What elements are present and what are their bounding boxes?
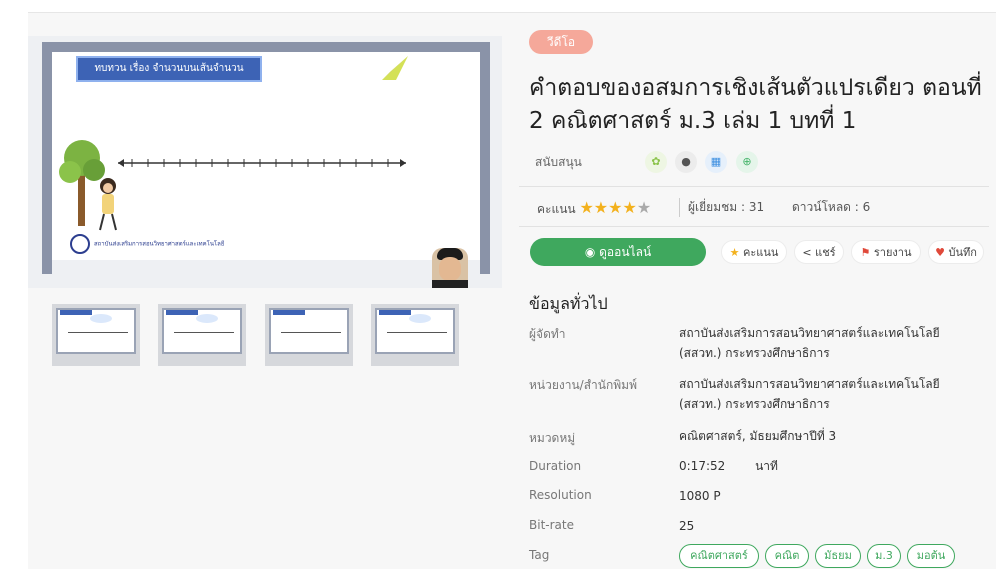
rate-button[interactable]: ★ คะแนน [721, 240, 787, 264]
board-frame-right [480, 42, 490, 274]
star-filled-icon: ★ [593, 198, 609, 217]
heart-icon: ♥ [935, 246, 945, 259]
web-icon[interactable]: ⊕ [736, 151, 758, 173]
support-label: สนับสนุน [535, 155, 582, 169]
downloads-count: ดาวน์โหลด : 6 [792, 200, 871, 214]
tag-chip[interactable]: มัธยม [815, 544, 861, 568]
report-button[interactable]: ⚑ รายงาน [851, 240, 921, 264]
star-filled-icon: ★ [579, 198, 594, 217]
watch-online-button[interactable]: ◉ ดูออนไลน์ [530, 238, 706, 266]
duration-unit: นาที [755, 459, 778, 473]
page-title: คำตอบของอสมการเชิงเส้นตัวแปรเดียว ตอนที่… [529, 75, 982, 134]
tag-chip[interactable]: คณิตศาสตร์ [679, 544, 759, 568]
info-value: สถาบันส่งเสริมการสอนวิทยาศาสตร์และเทคโนโ… [679, 326, 940, 360]
star-filled-icon: ★ [608, 198, 623, 217]
info-label: หมวดหมู่ [529, 431, 576, 445]
tag-chip[interactable]: มอต้น [907, 544, 955, 568]
info-label: Tag [529, 548, 550, 562]
content-type-badge: วีดีโอ [529, 30, 593, 54]
video-preview[interactable]: ทบทวน เรื่อง จำนวนบนเส้นจำนวน สถาบันส่งเ… [28, 36, 502, 288]
info-label: Resolution [529, 488, 592, 502]
presenter-avatar [432, 248, 468, 288]
section-title: ข้อมูลทั่วไป [529, 294, 608, 313]
windows-icon[interactable]: ▦ [705, 151, 727, 173]
number-line [118, 159, 406, 167]
slide-title: ทบทวน เรื่อง จำนวนบนเส้นจำนวน [76, 56, 262, 82]
save-button[interactable]: ♥ บันทึก [928, 240, 984, 264]
rating-stat: คะแนน ★★★★★ [537, 198, 651, 219]
info-label: Bit-rate [529, 518, 574, 532]
info-value: 1080 P [679, 489, 721, 503]
thumbnail[interactable] [371, 304, 459, 366]
info-value: สถาบันส่งเสริมการสอนวิทยาศาสตร์และเทคโนโ… [679, 377, 940, 411]
share-button[interactable]: < แชร์ [794, 240, 844, 264]
duration-value: 0:17:52 นาที [679, 456, 979, 476]
board-frame [42, 42, 490, 52]
info-label: หน่วยงาน/สำนักพิมพ์ [529, 378, 637, 392]
info-value: 25 [679, 519, 695, 533]
thumbnail[interactable] [158, 304, 246, 366]
star-empty-icon: ★ [636, 198, 652, 217]
info-label: ผู้จัดทำ [529, 327, 566, 341]
flag-icon: ⚑ [860, 246, 871, 259]
sponsor-logo: สถาบันส่งเสริมการสอนวิทยาศาสตร์และเทคโนโ… [70, 234, 224, 254]
duration-time: 0:17:52 [679, 459, 726, 473]
thumbnail[interactable] [265, 304, 353, 366]
rating-label: คะแนน [537, 202, 576, 216]
eye-icon: ◉ [584, 245, 596, 259]
paper-plane-illustration [382, 56, 408, 80]
star-filled-icon: ★ [622, 198, 637, 217]
info-value: คณิตศาสตร์, มัธยมศึกษาปีที่ 3 [679, 429, 837, 443]
android-icon[interactable]: ✿ [645, 151, 667, 173]
info-label: Duration [529, 459, 582, 473]
views-count: ผู้เยี่ยมชม : 31 [679, 198, 764, 217]
rating-stars: ★★★★★ [579, 198, 651, 217]
tag-chip[interactable]: คณิต [765, 544, 809, 568]
apple-icon[interactable]: ● [675, 151, 697, 173]
tag-chip[interactable]: ม.3 [867, 544, 901, 568]
divider [519, 186, 989, 187]
star-icon: ★ [729, 246, 740, 259]
share-icon: < [802, 246, 812, 259]
board-frame-left [42, 42, 52, 274]
girl-illustration [99, 178, 117, 231]
divider [519, 226, 989, 227]
thumbnail[interactable] [52, 304, 140, 366]
